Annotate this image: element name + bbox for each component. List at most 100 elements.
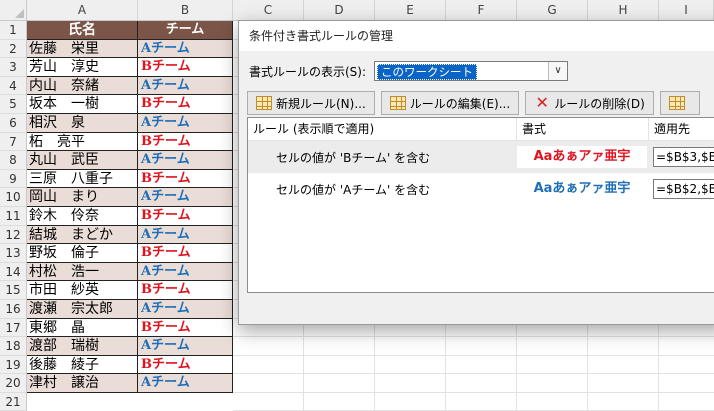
sheet-row: 20 津村 譲治 Aチーム bbox=[0, 374, 714, 393]
team-cell[interactable]: Bチーム bbox=[138, 244, 233, 263]
row-header[interactable]: 14 bbox=[0, 262, 27, 282]
name-cell[interactable]: 渡部 瑞樹 bbox=[27, 337, 138, 356]
edit-rule-label: ルールの編集(E)... bbox=[409, 96, 511, 111]
team-cell[interactable]: Bチーム bbox=[138, 58, 233, 77]
row-header[interactable]: 18 bbox=[0, 337, 27, 356]
row-header[interactable]: 2 bbox=[0, 39, 27, 59]
column-header-f[interactable]: F bbox=[446, 0, 517, 20]
row-header[interactable]: 15 bbox=[0, 281, 27, 300]
name-cell[interactable]: 芳山 淳史 bbox=[27, 58, 138, 77]
column-header-b[interactable]: B bbox=[138, 0, 233, 20]
name-cell[interactable]: 佐藤 栄里 bbox=[27, 39, 138, 59]
row-header[interactable]: 8 bbox=[0, 151, 27, 170]
show-rules-label: 書式ルールの表示(S): bbox=[249, 64, 367, 79]
team-cell[interactable]: Aチーム bbox=[138, 39, 233, 59]
row-header[interactable]: 5 bbox=[0, 95, 27, 114]
row-header[interactable]: 7 bbox=[0, 132, 27, 152]
rule-list-header: ルール (表示順で適用) 書式 適用先 bbox=[248, 118, 714, 141]
name-cell[interactable]: 丸山 武臣 bbox=[27, 151, 138, 170]
new-rule-button[interactable]: 新規ルール(N)... bbox=[247, 91, 375, 115]
row-header[interactable]: 17 bbox=[0, 318, 27, 338]
rule-row[interactable]: セルの値が 'Bチーム' を含む Aaあぁアァ亜宇 =$B$3,$B bbox=[248, 141, 714, 173]
chevron-down-icon[interactable]: ∨ bbox=[548, 62, 568, 80]
row-header[interactable]: 1 bbox=[0, 21, 27, 40]
team-cell[interactable]: Bチーム bbox=[138, 169, 233, 189]
name-cell[interactable]: 三原 八重子 bbox=[27, 169, 138, 189]
sheet-row: 19 後藤 綾子 Bチーム bbox=[0, 355, 714, 375]
name-cell[interactable]: 柘 亮平 bbox=[27, 132, 138, 152]
row-header[interactable]: 3 bbox=[0, 58, 27, 77]
name-header-cell[interactable]: 氏名 bbox=[27, 21, 138, 40]
name-cell[interactable]: 津村 譲治 bbox=[27, 374, 138, 393]
delete-rule-label: ルールの削除(D) bbox=[554, 96, 645, 111]
team-cell[interactable]: Bチーム bbox=[138, 355, 233, 375]
name-cell[interactable]: 野坂 倫子 bbox=[27, 244, 138, 263]
rule-list: ルール (表示順で適用) 書式 適用先 セルの値が 'Bチーム' を含む Aaあ… bbox=[247, 117, 714, 293]
show-rules-value: このワークシート bbox=[377, 64, 478, 80]
name-cell[interactable]: 市田 紗英 bbox=[27, 281, 138, 300]
row-header[interactable]: 11 bbox=[0, 206, 27, 226]
sheet-row: 18 渡部 瑞樹 Aチーム bbox=[0, 337, 714, 356]
column-header-e[interactable]: E bbox=[375, 0, 446, 20]
applies-to-cell[interactable]: =$B$2,$B bbox=[647, 179, 714, 199]
row-header[interactable]: 19 bbox=[0, 355, 27, 375]
row-header[interactable]: 13 bbox=[0, 244, 27, 263]
team-cell[interactable]: Aチーム bbox=[138, 262, 233, 282]
delete-x-icon: ✕ bbox=[535, 93, 549, 112]
team-cell[interactable]: Bチーム bbox=[138, 132, 233, 152]
empty-cells[interactable] bbox=[233, 374, 714, 393]
row-header[interactable]: 4 bbox=[0, 76, 27, 96]
row-header[interactable]: 12 bbox=[0, 225, 27, 245]
team-cell[interactable]: Bチーム bbox=[138, 206, 233, 226]
name-cell[interactable]: 結城 まどか bbox=[27, 225, 138, 245]
empty-cells[interactable] bbox=[233, 337, 714, 356]
name-cell[interactable]: 相沢 泉 bbox=[27, 113, 138, 133]
row-header[interactable]: 6 bbox=[0, 113, 27, 133]
team-cell[interactable]: Bチーム bbox=[138, 95, 233, 114]
delete-rule-button[interactable]: ✕ ルールの削除(D) bbox=[525, 91, 654, 115]
table-grid-icon bbox=[256, 96, 272, 110]
duplicate-rule-button[interactable] bbox=[659, 91, 700, 115]
dialog-title: 条件付き書式ルールの管理 bbox=[239, 21, 714, 51]
name-cell[interactable]: 坂本 一樹 bbox=[27, 95, 138, 114]
select-all-corner[interactable] bbox=[0, 0, 27, 20]
team-cell[interactable]: Aチーム bbox=[138, 113, 233, 133]
team-cell[interactable]: Aチーム bbox=[138, 188, 233, 207]
team-cell[interactable]: Bチーム bbox=[138, 318, 233, 338]
edit-rule-button[interactable]: ルールの編集(E)... bbox=[380, 91, 520, 115]
edit-grid-icon bbox=[389, 96, 406, 110]
name-cell[interactable]: 岡山 まり bbox=[27, 188, 138, 207]
rule-text: セルの値が 'Bチーム' を含む bbox=[276, 150, 431, 165]
column-header-c[interactable]: C bbox=[233, 0, 304, 20]
rule-row[interactable]: セルの値が 'Aチーム' を含む Aaあぁアァ亜宇 =$B$2,$B bbox=[248, 173, 714, 205]
column-header-a[interactable]: A bbox=[27, 0, 138, 20]
name-cell[interactable]: 渡瀬 宗太郎 bbox=[27, 299, 138, 319]
applies-to-field[interactable]: =$B$2,$B bbox=[653, 179, 714, 199]
team-cell[interactable]: Aチーム bbox=[138, 76, 233, 96]
team-header-cell[interactable]: チーム bbox=[138, 21, 233, 40]
name-cell[interactable]: 内山 奈緒 bbox=[27, 76, 138, 96]
row-header[interactable]: 20 bbox=[0, 374, 27, 393]
team-cell[interactable]: Aチーム bbox=[138, 225, 233, 245]
team-cell[interactable]: Aチーム bbox=[138, 151, 233, 170]
team-cell[interactable]: Bチーム bbox=[138, 281, 233, 300]
column-header-i[interactable]: I bbox=[659, 0, 714, 20]
row-header[interactable]: 10 bbox=[0, 188, 27, 207]
name-cell[interactable]: 後藤 綾子 bbox=[27, 355, 138, 375]
new-rule-label: 新規ルール(N)... bbox=[276, 96, 366, 111]
applies-to-field[interactable]: =$B$3,$B bbox=[653, 147, 714, 167]
team-cell[interactable]: Aチーム bbox=[138, 337, 233, 356]
column-header-h[interactable]: H bbox=[588, 0, 659, 20]
name-cell[interactable]: 東郷 晶 bbox=[27, 318, 138, 338]
column-header-g[interactable]: G bbox=[517, 0, 588, 20]
name-cell[interactable]: 村松 浩一 bbox=[27, 262, 138, 282]
team-cell[interactable]: Aチーム bbox=[138, 299, 233, 319]
column-header-d[interactable]: D bbox=[304, 0, 375, 20]
row-header[interactable]: 9 bbox=[0, 169, 27, 189]
applies-to-cell[interactable]: =$B$3,$B bbox=[647, 147, 714, 167]
team-cell[interactable]: Aチーム bbox=[138, 374, 233, 393]
name-cell[interactable]: 鈴木 伶奈 bbox=[27, 206, 138, 226]
row-header[interactable]: 16 bbox=[0, 299, 27, 319]
show-rules-select[interactable]: このワークシート ∨ bbox=[374, 61, 569, 81]
empty-cells[interactable] bbox=[233, 355, 714, 375]
